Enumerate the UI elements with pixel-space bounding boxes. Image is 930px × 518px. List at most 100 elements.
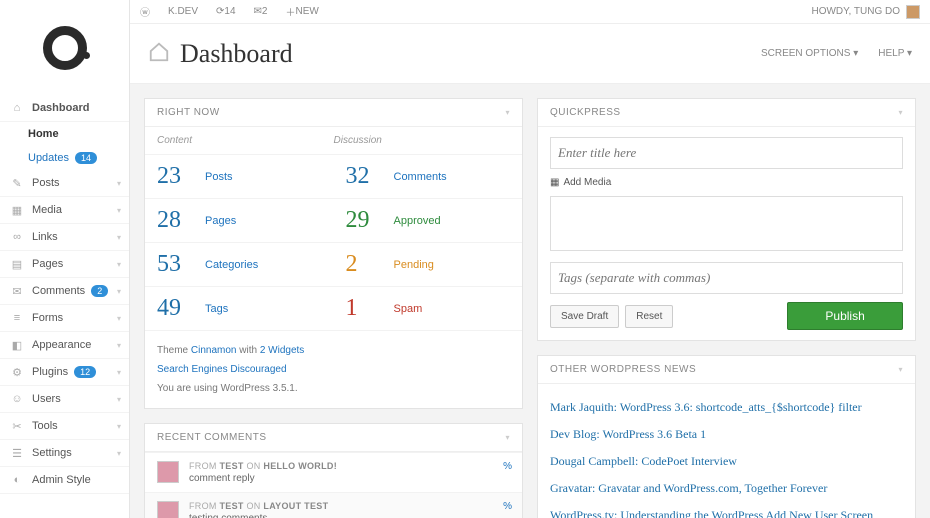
widgets-link[interactable]: 2 Widgets (260, 345, 304, 356)
news-link[interactable]: WordPress.tv: Understanding the WordPres… (550, 502, 903, 518)
content-stat[interactable]: 28Pages (145, 199, 334, 242)
chevron-down-icon: ▾ (117, 449, 121, 458)
qp-title-input[interactable] (550, 137, 903, 169)
theme-link[interactable]: Cinnamon (191, 345, 237, 356)
wordpress-icon: ⓦ (140, 4, 150, 19)
settings-icon: ☰ (10, 446, 24, 460)
avatar (157, 501, 179, 518)
media-icon: ▦ (550, 177, 559, 188)
add-media-button[interactable]: ▦Add Media (550, 177, 903, 188)
box-title: RIGHT NOW (157, 107, 220, 118)
discussion-stat[interactable]: 1Spam (334, 287, 523, 330)
site-logo (0, 0, 129, 95)
admin-menu: ⌂Dashboard Home Updates14 ✎Posts▾ ▦Media… (0, 95, 129, 494)
dashboard-icon (148, 41, 170, 66)
menu-settings[interactable]: ☰Settings▾ (0, 440, 129, 467)
chevron-down-icon: ▾ (117, 287, 121, 296)
menu-plugins[interactable]: ⚙Plugins12▾ (0, 359, 129, 386)
qp-tags-input[interactable] (550, 262, 903, 294)
content-stat[interactable]: 53Categories (145, 243, 334, 286)
save-draft-button[interactable]: Save Draft (550, 305, 619, 328)
news-link[interactable]: Mark Jaquith: WordPress 3.6: shortcode_a… (550, 394, 903, 421)
updates-link[interactable]: ⟳14 (216, 6, 236, 17)
form-icon: ≡ (10, 311, 24, 325)
chevron-down-icon: ▾ (117, 314, 121, 323)
menu-home[interactable]: Home (0, 122, 129, 146)
content-stat[interactable]: 23Posts (145, 155, 334, 198)
menu-comments[interactable]: ✉Comments2▾ (0, 278, 129, 305)
box-title: RECENT COMMENTS (157, 432, 267, 443)
users-icon: ☺ (10, 392, 24, 406)
menu-forms[interactable]: ≡Forms▾ (0, 305, 129, 332)
plugins-badge: 12 (74, 366, 96, 378)
box-title: OTHER WORDPRESS NEWS (550, 364, 696, 375)
site-name[interactable]: K.DEV (168, 6, 198, 17)
menu-links[interactable]: ∞Links▾ (0, 224, 129, 251)
news-link[interactable]: Gravatar: Gravatar and WordPress.com, To… (550, 475, 903, 502)
chevron-down-icon: ▾ (117, 422, 121, 431)
comments-link[interactable]: ✉2 (254, 6, 268, 17)
comment-icon: ✉ (254, 6, 262, 17)
menu-media[interactable]: ▦Media▾ (0, 197, 129, 224)
screen-options[interactable]: SCREEN OPTIONS ▾ (761, 48, 858, 59)
seo-link[interactable]: Search Engines Discouraged (157, 364, 287, 375)
comments-badge: 2 (91, 285, 108, 297)
news-box: OTHER WORDPRESS NEWS ▾ Mark Jaquith: Word… (537, 355, 916, 518)
recent-comments-box: RECENT COMMENTS ▾ FROM TEST ON HELLO WORL… (144, 423, 523, 518)
comment-link-icon[interactable]: % (503, 501, 512, 512)
menu-posts[interactable]: ✎Posts▾ (0, 170, 129, 197)
qp-content-input[interactable] (550, 196, 903, 251)
right-now-box: RIGHT NOW▾ ContentDiscussion 23Posts32Co… (144, 98, 523, 409)
wp-logo[interactable]: ⓦ (140, 4, 150, 19)
help-toggle[interactable]: HELP ▾ (878, 48, 912, 59)
discussion-stat[interactable]: 2Pending (334, 243, 523, 286)
menu-tools[interactable]: ✂Tools▾ (0, 413, 129, 440)
menu-appearance[interactable]: ◧Appearance▾ (0, 332, 129, 359)
chevron-down-icon: ▾ (117, 341, 121, 350)
comment-link-icon[interactable]: % (503, 461, 512, 472)
collapse-icon[interactable]: ▾ (898, 365, 903, 374)
media-icon: ▦ (10, 203, 24, 217)
discussion-stat[interactable]: 32Comments (334, 155, 523, 198)
chevron-down-icon: ▾ (117, 233, 121, 242)
collapse-icon[interactable]: ▾ (505, 433, 510, 442)
menu-users[interactable]: ☺Users▾ (0, 386, 129, 413)
pin-icon: ✎ (10, 176, 24, 190)
plugin-icon: ⚙ (10, 365, 24, 379)
home-icon: ⌂ (10, 101, 24, 115)
news-link[interactable]: Dev Blog: WordPress 3.6 Beta 1 (550, 421, 903, 448)
avatar (906, 5, 920, 19)
page-header: Dashboard SCREEN OPTIONS ▾ HELP ▾ (130, 24, 930, 84)
chevron-down-icon: ▾ (117, 260, 121, 269)
new-link[interactable]: ＋NEW (285, 4, 318, 19)
menu-pages[interactable]: ▤Pages▾ (0, 251, 129, 278)
page-title: Dashboard (180, 39, 293, 69)
discussion-stat[interactable]: 29Approved (334, 199, 523, 242)
box-title: QUICKPRESS (550, 107, 621, 118)
chevron-down-icon: ▾ (117, 395, 121, 404)
chevron-down-icon: ▾ (117, 206, 121, 215)
news-link[interactable]: Dougal Campbell: CodePoet Interview (550, 448, 903, 475)
page-icon: ▤ (10, 257, 24, 271)
chevron-down-icon: ▾ (117, 368, 121, 377)
menu-dashboard[interactable]: ⌂Dashboard (0, 95, 129, 122)
link-icon: ∞ (10, 230, 24, 244)
wp-version: You are using WordPress 3.5.1. (157, 379, 510, 398)
avatar (157, 461, 179, 483)
content-stat[interactable]: 49Tags (145, 287, 334, 330)
publish-button[interactable]: Publish (787, 302, 903, 330)
tools-icon: ✂ (10, 419, 24, 433)
refresh-icon: ⟳ (216, 6, 224, 17)
account-menu[interactable]: HOWDY, TUNG DO (811, 5, 920, 19)
appearance-icon: ◧ (10, 338, 24, 352)
plus-icon: ＋ (285, 4, 295, 19)
menu-updates[interactable]: Updates14 (0, 146, 129, 170)
sidebar: ⌂Dashboard Home Updates14 ✎Posts▾ ▦Media… (0, 0, 130, 518)
reset-button[interactable]: Reset (625, 305, 673, 328)
collapse-icon[interactable]: ▾ (505, 108, 510, 117)
main: Dashboard SCREEN OPTIONS ▾ HELP ▾ RIGHT … (130, 24, 930, 518)
comment-item[interactable]: FROM TEST ON HELLO WORLD!comment reply% (145, 452, 522, 492)
collapse-icon[interactable]: ▾ (898, 108, 903, 117)
comment-item[interactable]: FROM TEST ON LAYOUT TESTtesting comments… (145, 492, 522, 518)
menu-admin-style[interactable]: ◐Admin Style (0, 467, 129, 494)
